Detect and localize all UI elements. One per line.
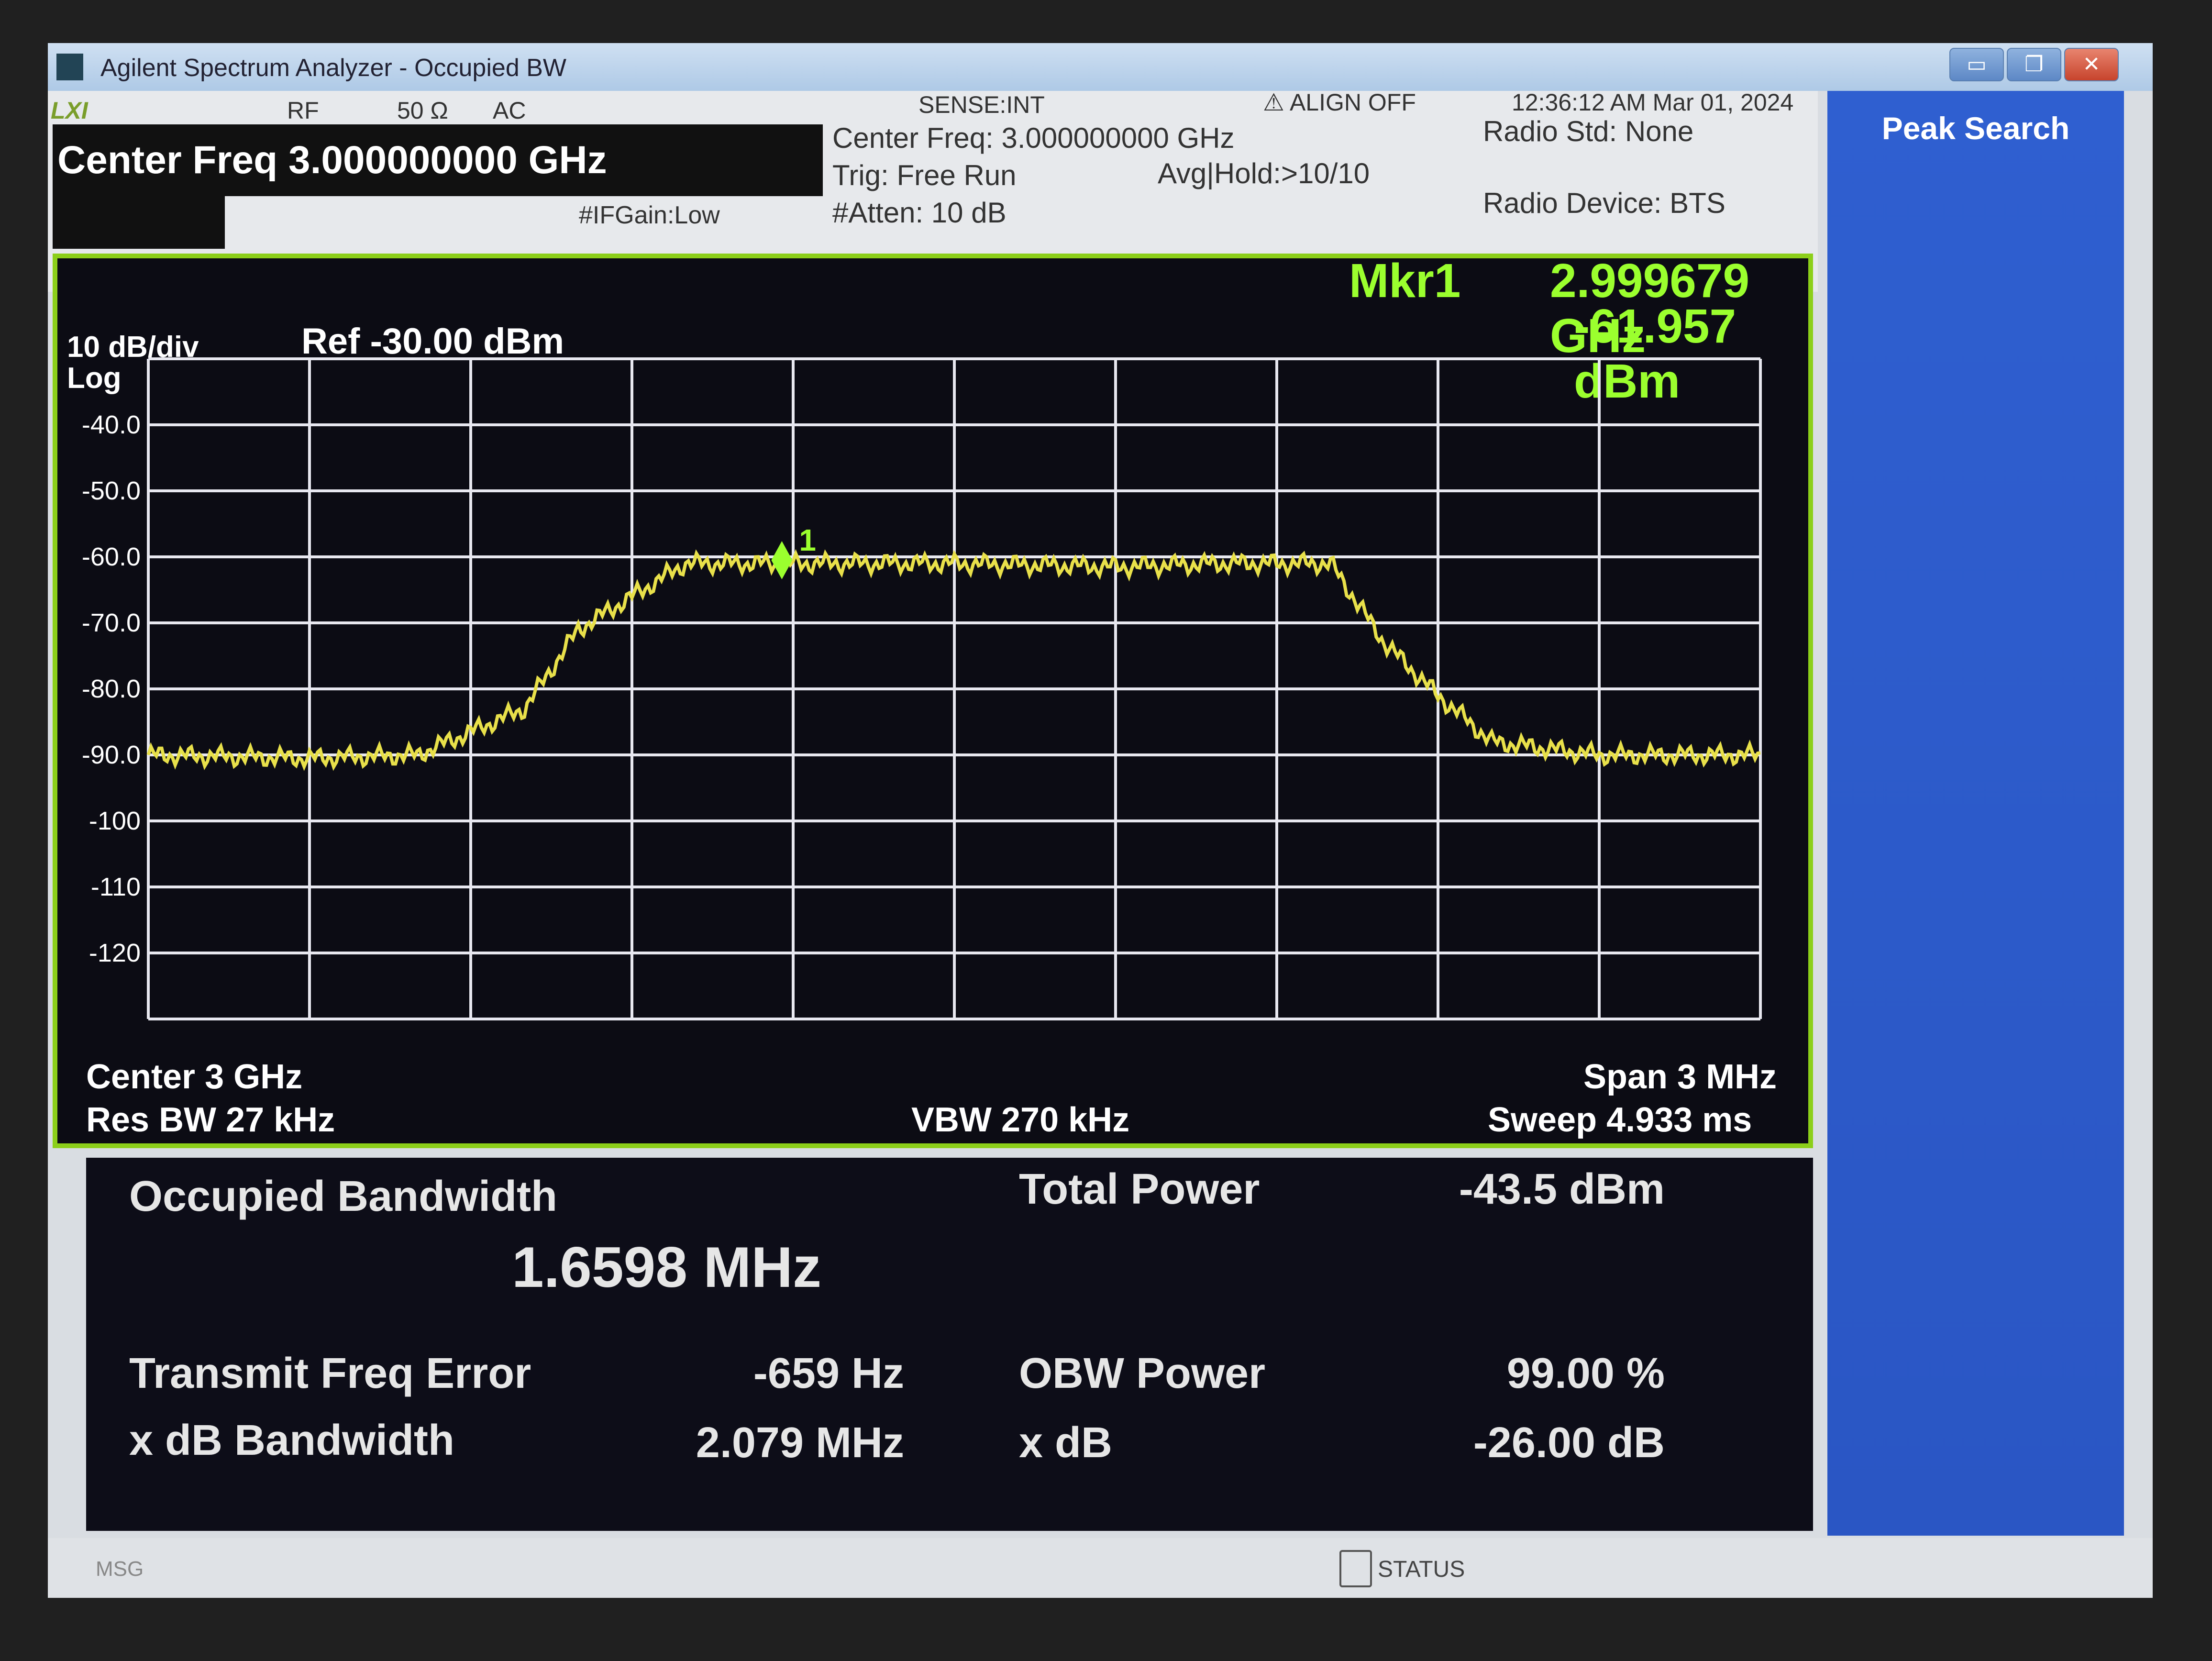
y-tick-label: -70.0 [82, 609, 141, 637]
tx-freq-error-value: -659 Hz [753, 1350, 904, 1397]
span-label: Span 3 MHz [1583, 1058, 1777, 1096]
res-bw-label: Res BW 27 kHz [86, 1101, 335, 1139]
xdb-label: x dB [1019, 1419, 1113, 1467]
app-icon [56, 54, 83, 80]
xdb-bandwidth-value: 2.079 MHz [696, 1419, 904, 1467]
tx-freq-error-label: Transmit Freq Error [129, 1350, 531, 1397]
coupling-indicator: AC [493, 97, 526, 124]
spectrum-plot: -40.0 -50.0 -60.0 -70.0 -80.0 -90.0 -100 -110 -1… [82, 357, 1762, 1020]
align-indicator: ⚠ ALIGN OFF [1263, 89, 1416, 116]
impedance-indicator: 50 Ω [397, 97, 448, 124]
sweep-label: Sweep 4.933 ms [1488, 1101, 1752, 1139]
status-bar: MSG STATUS [48, 1538, 2153, 1598]
center-freq-entry[interactable]: Center Freq 3.000000000 GHz [53, 124, 823, 196]
avg-hold-info: Avg|Hold:>10/10 [1158, 157, 1370, 189]
y-tick-label: -110 [91, 873, 141, 901]
center-label: Center 3 GHz [86, 1058, 303, 1096]
xdb-value: -26.00 dB [1473, 1419, 1665, 1467]
y-tick-label: -90.0 [82, 741, 141, 769]
center-freq-info: Center Freq: 3.000000000 GHz [832, 122, 1235, 154]
sense-indicator: SENSE:INT [918, 91, 1045, 118]
obw-power-value: 99.00 % [1506, 1350, 1665, 1397]
message-area: MSG [96, 1557, 144, 1581]
status-label[interactable]: STATUS [1378, 1556, 1465, 1583]
rf-indicator: RF [287, 97, 319, 124]
minimize-button[interactable]: ▭ [1949, 48, 2004, 81]
datetime: 12:36:12 AM Mar 01, 2024 [1512, 89, 1794, 116]
lxi-indicator: LXI [51, 97, 88, 124]
close-button[interactable]: ✕ [2064, 48, 2119, 81]
vbw-label: VBW 270 kHz [911, 1101, 1130, 1139]
total-power-value: -43.5 dBm [1459, 1165, 1665, 1213]
y-tick-label: -50.0 [82, 476, 141, 505]
analyzer-window: Agilent Spectrum Analyzer - Occupied BW … [48, 43, 2153, 1598]
spectrum-display: 10 dB/div Log Ref -30.00 dBm Mkr1 2.9996… [53, 254, 1813, 1148]
ifgain-indicator: #IFGain:Low [579, 201, 720, 229]
marker-diamond [771, 541, 793, 580]
atten-info: #Atten: 10 dB [832, 197, 1006, 229]
obw-label: Occupied Bandwidth [129, 1173, 558, 1220]
radio-device-info: Radio Device: BTS [1483, 187, 1725, 219]
peak-search-menu-title[interactable]: Peak Search [1827, 110, 2124, 146]
y-tick-label: -40.0 [82, 410, 141, 439]
xdb-bandwidth-label: x dB Bandwidth [129, 1417, 454, 1464]
y-tick-label: -100 [89, 807, 141, 835]
entry-area [53, 196, 225, 249]
obw-power-label: OBW Power [1019, 1350, 1266, 1397]
y-tick-label: -120 [89, 939, 141, 967]
y-tick-label: -60.0 [82, 543, 141, 571]
results-panel: Occupied Bandwidth 1.6598 MHz Total Powe… [86, 1158, 1813, 1531]
title-bar: Agilent Spectrum Analyzer - Occupied BW … [48, 43, 2153, 91]
marker-number: 1 [799, 523, 816, 557]
radio-std-info: Radio Std: None [1483, 115, 1694, 147]
softkey-panel: Peak Search [1827, 91, 2124, 1536]
total-power-label: Total Power [1019, 1165, 1260, 1213]
obw-value: 1.6598 MHz [512, 1235, 821, 1299]
y-tick-label: -80.0 [82, 675, 141, 703]
maximize-button[interactable]: ❐ [2007, 48, 2061, 81]
window-title: Agilent Spectrum Analyzer - Occupied BW [100, 54, 566, 82]
status-icon[interactable] [1339, 1550, 1372, 1587]
